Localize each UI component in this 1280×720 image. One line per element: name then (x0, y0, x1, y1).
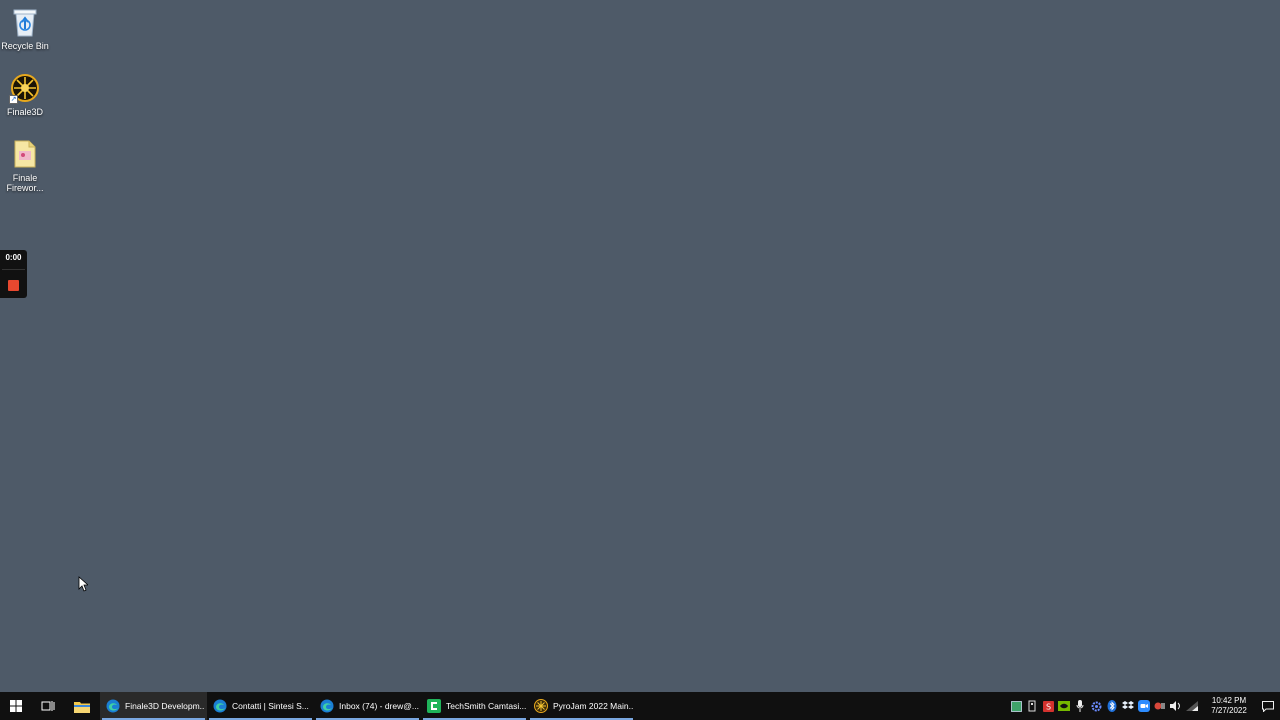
taskbar-app-label: TechSmith Camtasi... (446, 701, 526, 711)
svg-text:S: S (1045, 702, 1050, 711)
folder-icon (74, 701, 90, 713)
notification-center-button[interactable] (1256, 692, 1280, 720)
taskbar-app-pyrojam[interactable]: PyroJam 2022 Main... (528, 692, 635, 720)
mouse-cursor-icon (78, 576, 88, 592)
task-view-icon (41, 701, 55, 711)
desktop-icon-label: Recycle Bin (1, 41, 49, 51)
taskbar-app-label: Contatti | Sintesi S... (232, 701, 309, 711)
edge-icon (320, 699, 334, 713)
taskbar-app-camtasia[interactable]: TechSmith Camtasi... (421, 692, 528, 720)
red-app-icon[interactable]: S (1040, 698, 1056, 714)
camtasia-icon (427, 699, 441, 713)
edge-icon (213, 699, 227, 713)
notification-icon (1262, 700, 1274, 712)
start-button[interactable] (0, 692, 32, 720)
desktop-icon-recycle-bin[interactable]: Recycle Bin (0, 6, 50, 51)
pyrojam-icon (534, 699, 548, 713)
windows-logo-icon (10, 700, 22, 712)
zoom-icon[interactable] (1136, 698, 1152, 714)
finale-folder-icon (9, 138, 41, 170)
network-icon[interactable] (1184, 698, 1200, 714)
taskbar-app-inbox[interactable]: Inbox (74) - drew@... (314, 692, 421, 720)
finale3d-icon: ↗ (9, 72, 41, 104)
desktop-icon-finale-fireworks[interactable]: Finale Firewor... (0, 138, 50, 193)
desktop-icon-finale3d[interactable]: ↗ Finale3D (0, 72, 50, 117)
system-tray: S 10:42 PM 7/27/2022 (1008, 692, 1280, 720)
file-explorer-button[interactable] (64, 692, 100, 720)
record-app-icon[interactable] (1152, 698, 1168, 714)
taskbar-app-label: Finale3D Developm... (125, 701, 205, 711)
clock-date: 7/27/2022 (1211, 706, 1247, 715)
bluetooth-icon[interactable] (1104, 698, 1120, 714)
recording-widget[interactable]: 0:00 (0, 250, 27, 298)
settings-gear-icon[interactable] (1088, 698, 1104, 714)
edge-icon (106, 699, 120, 713)
task-view-button[interactable] (32, 692, 64, 720)
taskbar-app-label: Inbox (74) - drew@... (339, 701, 419, 711)
tray-app-icon[interactable] (1008, 698, 1024, 714)
clock-time: 10:42 PM (1211, 696, 1247, 705)
taskbar-app-label: PyroJam 2022 Main... (553, 701, 633, 711)
nvidia-icon[interactable] (1056, 698, 1072, 714)
microphone-icon[interactable] (1072, 698, 1088, 714)
desktop-icon-label: Finale Firewor... (6, 173, 44, 193)
shortcut-arrow-icon: ↗ (9, 95, 18, 104)
taskbar-clock[interactable]: 10:42 PM 7/27/2022 (1206, 696, 1252, 716)
taskbar-app-finale3d-development[interactable]: Finale3D Developm... (100, 692, 207, 720)
recycle-bin-icon (9, 6, 41, 38)
recording-divider (2, 269, 25, 270)
usb-device-icon[interactable] (1024, 698, 1040, 714)
taskbar: Finale3D Developm... Contatti | Sintesi … (0, 692, 1280, 720)
desktop-icon-label: Finale3D (6, 107, 44, 117)
stop-recording-icon[interactable] (8, 280, 19, 291)
volume-icon[interactable] (1168, 698, 1184, 714)
dropbox-icon[interactable] (1120, 698, 1136, 714)
taskbar-app-contatti[interactable]: Contatti | Sintesi S... (207, 692, 314, 720)
recording-timer: 0:00 (5, 253, 22, 262)
